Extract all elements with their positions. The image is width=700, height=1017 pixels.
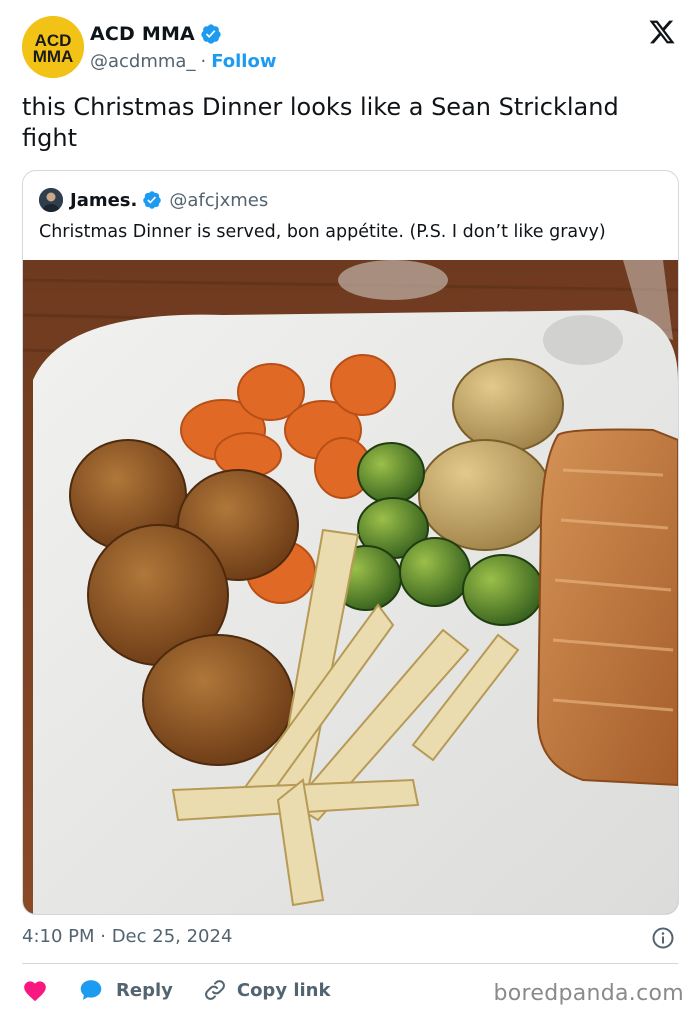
tweet-timestamp[interactable]: 4:10 PM · Dec 25, 2024 <box>22 926 232 947</box>
quoted-author-avatar[interactable] <box>39 188 63 212</box>
verified-badge-icon <box>142 190 162 210</box>
reply-label: Reply <box>116 979 173 1001</box>
tweet-text: this Christmas Dinner looks like a Sean … <box>22 93 619 152</box>
separator-dot: · <box>200 50 207 72</box>
quoted-tweet-header: James. @afcjxmes <box>39 187 268 213</box>
follow-button[interactable]: Follow <box>211 51 276 72</box>
link-icon <box>204 980 225 1000</box>
quoted-tweet-text: Christmas Dinner is served, bon appétite… <box>39 222 606 242</box>
author-name[interactable]: ACD MMA <box>90 23 195 45</box>
quoted-author-handle[interactable]: @afcjxmes <box>169 190 268 211</box>
action-bar: Reply Copy link <box>22 975 360 1005</box>
divider <box>22 963 678 964</box>
info-icon[interactable] <box>651 926 675 950</box>
author-avatar[interactable]: ACD MMA <box>22 16 84 78</box>
watermark: boredpanda.com <box>493 981 684 1006</box>
quoted-tweet[interactable]: James. @afcjxmes Christmas Dinner is ser… <box>22 170 679 915</box>
verified-badge-icon <box>200 23 222 45</box>
like-button[interactable] <box>22 978 48 1002</box>
copy-link-label: Copy link <box>236 979 331 1001</box>
copy-link-button[interactable]: Copy link <box>203 978 331 1002</box>
author-block: ACD MMA @acdmma_ · Follow <box>90 21 276 74</box>
author-handle[interactable]: @acdmma_ <box>90 51 195 72</box>
svg-text:MMA: MMA <box>33 47 74 66</box>
heart-icon <box>24 981 46 1002</box>
quoted-author-name[interactable]: James. <box>70 190 137 211</box>
dinner-photo[interactable] <box>23 260 678 914</box>
reply-bubble-icon <box>80 980 102 1000</box>
x-logo-icon[interactable] <box>648 18 676 46</box>
reply-button[interactable]: Reply <box>78 978 173 1002</box>
